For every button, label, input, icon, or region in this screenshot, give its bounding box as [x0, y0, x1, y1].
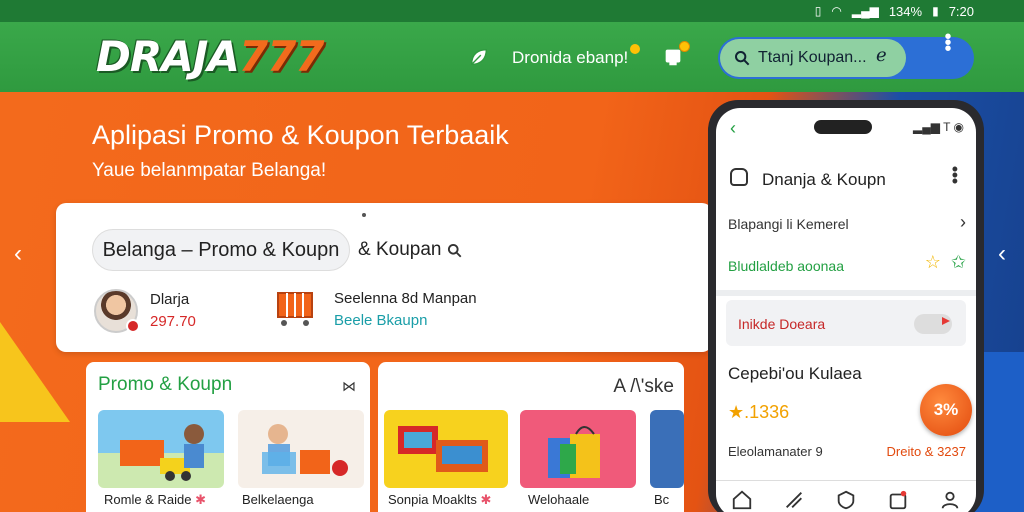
bag-icon[interactable] [887, 489, 909, 511]
coupon-value: ★.1336 [728, 402, 790, 422]
star-icon: ★ [728, 402, 745, 422]
hero-subtitle: Yaue belanmpatar Belanga! [92, 160, 327, 181]
battery-level: 134% [888, 3, 923, 19]
thumb-label: Sonpia Moaklts ✱ [388, 492, 492, 507]
search-bar[interactable]: Ttanj Koupan... ℯ [718, 37, 974, 79]
signal-icon: ▂▄▆ [851, 4, 879, 18]
basket-icon[interactable] [274, 289, 316, 329]
battery-icon: ▮ [932, 4, 939, 18]
panel-title: Promo & Koupn [98, 374, 233, 395]
drag-dot [362, 213, 366, 217]
rating-label: Bludlaldeb aoonaa [728, 258, 844, 274]
product-thumb[interactable] [98, 410, 224, 488]
back-icon[interactable]: ‹ [730, 118, 736, 139]
bottom-nav [716, 480, 976, 512]
bag-icon [730, 168, 748, 186]
profile-icon[interactable] [939, 489, 961, 511]
product-thumb[interactable] [384, 410, 508, 488]
wifi-icon: ◠ [831, 4, 842, 18]
thumb-label: Bc [654, 492, 670, 507]
toggle-row: Inikde Doeara [726, 300, 966, 346]
app-logo[interactable]: DRAJA777 [96, 32, 325, 81]
phone-header-title: Dnanja & Koupn [762, 170, 886, 189]
profile-name: Dlarja [150, 291, 190, 308]
more-menu-icon[interactable]: • • • [952, 160, 958, 190]
shield-icon[interactable] [835, 489, 857, 511]
search-icon [448, 243, 462, 257]
more-menu-icon[interactable]: • • • [943, 27, 953, 59]
expand-icon[interactable]: ⋈ [342, 378, 356, 395]
divider [716, 290, 976, 296]
carousel-next-icon[interactable]: ‹ [998, 240, 1006, 268]
sim-icon: ▯ [814, 4, 822, 18]
basket-subtitle[interactable]: Beele Bkaupn [334, 312, 427, 329]
product-thumb[interactable] [520, 410, 636, 488]
status-bar: ▯ ◠ ▂▄▆ 134% ▮ 7:20 [0, 0, 1024, 22]
thumb-label: Welohaale [528, 492, 590, 507]
bag-icon[interactable] [662, 41, 690, 68]
phone-notch [814, 120, 872, 134]
basket-title: Seelenna 8d Manpan [334, 290, 477, 307]
home-icon[interactable] [731, 489, 753, 511]
tag-icon[interactable] [783, 489, 805, 511]
leaf-icon[interactable] [468, 46, 490, 68]
footer-right-link[interactable]: Dreito & 3237 [887, 444, 967, 459]
coupon-search-link[interactable]: & Koupan [358, 239, 462, 261]
discount-badge[interactable]: 3% [920, 384, 972, 436]
chevron-right-icon[interactable]: › [960, 212, 966, 233]
notification-dot [630, 44, 641, 54]
footer-left-text: Eleolamanater 9 [728, 444, 823, 459]
toggle-label: Inikde Doeara [738, 316, 826, 332]
toggle-switch[interactable] [914, 314, 952, 334]
star-rating[interactable]: ☆ ✩ [925, 252, 966, 273]
featured-panel: A /\'ske Sonpia Moaklts ✱ Welohaale Bc [378, 362, 684, 512]
avatar[interactable] [94, 289, 140, 333]
notification-dot [679, 41, 690, 52]
thumb-label: Belkelaenga [242, 492, 314, 507]
list-item-label[interactable]: Blapangi li Kemerel [728, 216, 849, 232]
profile-value: 297.70 [150, 313, 196, 330]
promo-card: Belanga – Promo & Koupn & Koupan Dlarja … [56, 203, 712, 352]
status-badge [126, 319, 140, 333]
carousel-prev-icon[interactable]: ‹ [14, 240, 22, 268]
product-thumb[interactable] [650, 410, 684, 488]
search-icon [735, 51, 750, 66]
star-icon[interactable]: ✩ [951, 252, 966, 272]
thumb-label: Romle & Raide ✱ [104, 492, 206, 507]
search-input[interactable]: Ttanj Koupan... [758, 49, 867, 67]
coupon-title: Cepebi'ou Kulaea [728, 364, 862, 383]
panel-title: A /\'ske [613, 376, 674, 397]
hero-title: Aplipasi Promo & Koupon Terbaaik [92, 120, 509, 150]
brand-link[interactable]: Dronida ebanp! [512, 44, 641, 68]
clock: 7:20 [948, 3, 974, 19]
signal-icon: ▂▄▆ T ◉ [912, 120, 964, 134]
product-thumb[interactable] [238, 410, 364, 488]
edit-icon[interactable]: ℯ [876, 45, 887, 66]
top-header: DRAJA777 Dronida ebanp! Ttanj Koupan... … [0, 22, 1024, 92]
phone-screen: ‹ ▂▄▆ T ◉ Dnanja & Koupn • • • Blapangi li… [716, 108, 976, 512]
promo-panel: Promo & Koupn ⋈ Romle & Raide ✱ Belkelae… [86, 362, 370, 512]
phone-mockup: ‹ ▂▄▆ T ◉ Dnanja & Koupn • • • Blapangi li… [708, 100, 984, 512]
category-chip[interactable]: Belanga – Promo & Koupn [92, 229, 350, 271]
star-icon[interactable]: ☆ [925, 252, 941, 272]
